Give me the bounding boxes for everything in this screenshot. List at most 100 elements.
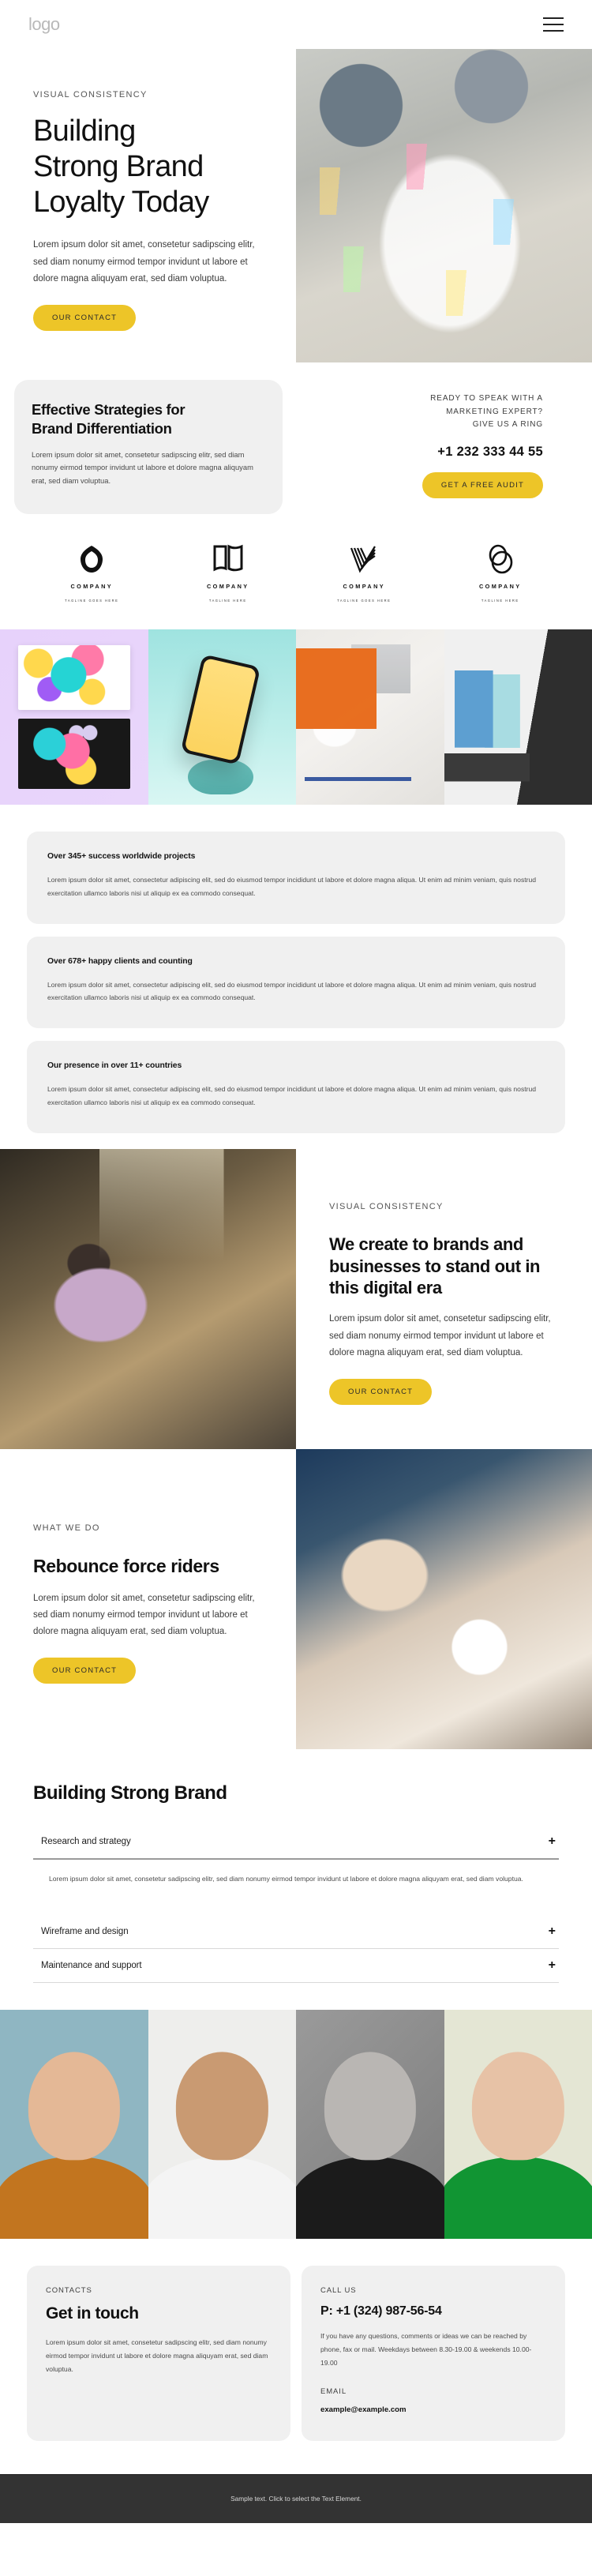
footer-sample-text[interactable]: Sample text. Click to select the Text El… xyxy=(230,2495,362,2503)
strategies-phone-number[interactable]: +1 232 333 44 55 xyxy=(306,445,543,460)
hero-title-line-3: Loyalty Today xyxy=(33,185,209,219)
client-logo-item: COMPANY TAGLINE GOES HERE xyxy=(32,543,151,603)
striped-v-logo-icon xyxy=(349,543,379,576)
hero-section: VISUAL CONSISTENCY Building Strong Brand… xyxy=(0,49,592,363)
portrait-bearded-man-bw[interactable] xyxy=(296,2010,444,2240)
site-logo[interactable]: logo xyxy=(28,14,60,35)
double-oval-logo-icon xyxy=(486,543,515,576)
infinity-loop-logo-icon xyxy=(78,543,105,576)
rebounce-section: WHAT WE DO Rebounce force riders Lorem i… xyxy=(0,1448,592,1749)
gallery-image-desk-stationery-flatlay[interactable] xyxy=(296,629,444,805)
portrait-man-orange-shirt[interactable] xyxy=(0,2010,148,2240)
work-gallery xyxy=(0,629,592,805)
rebounce-section-copy: WHAT WE DO Rebounce force riders Lorem i… xyxy=(0,1449,296,1749)
ready-line-2: MARKETING EXPERT? xyxy=(446,407,543,416)
free-audit-button[interactable]: GET A FREE AUDIT xyxy=(422,471,543,498)
strategies-card: Effective Strategies for Brand Different… xyxy=(14,380,283,515)
stat-card-title: Over 345+ success worldwide projects xyxy=(47,852,196,862)
rebounce-section-cta-button[interactable]: OUR CONTACT xyxy=(33,1658,137,1684)
gallery-image-brand-card-mockup[interactable] xyxy=(0,629,148,805)
contact-card-call-us: CALL US P: +1 (324) 987-56-54 If you hav… xyxy=(302,2266,565,2441)
page-root: logo VISUAL CONSISTENCY Building Strong … xyxy=(0,0,592,2523)
create-section-image xyxy=(0,1148,296,1449)
client-logo-item: COMPANY TAGLINE HERE xyxy=(169,543,287,603)
portrait-body xyxy=(148,2157,296,2240)
contacts-body: Lorem ipsum dolor sit amet, consetetur s… xyxy=(46,2338,268,2373)
plus-icon[interactable]: + xyxy=(549,1834,556,1848)
ready-line-1: READY TO SPEAK WITH A xyxy=(430,394,543,404)
accordion-label: Wireframe and design xyxy=(41,1927,129,1937)
portrait-body xyxy=(444,2157,592,2240)
portrait-blonde-woman-green[interactable] xyxy=(444,2010,592,2240)
stats-section: Over 345+ success worldwide projects Lor… xyxy=(0,805,592,1149)
contact-card-get-in-touch: CONTACTS Get in touch Lorem ipsum dolor … xyxy=(27,2266,290,2441)
hero-eyebrow: VISUAL CONSISTENCY xyxy=(33,90,148,100)
rebounce-section-image xyxy=(296,1448,592,1749)
client-logo-tagline: TAGLINE GOES HERE xyxy=(337,599,392,603)
client-logos-row: COMPANY TAGLINE GOES HERE COMPANY TAGLIN… xyxy=(0,520,592,629)
portrait-body xyxy=(296,2157,444,2240)
gallery-image-phone-mockup[interactable] xyxy=(148,629,296,805)
gallery-phone-podium xyxy=(188,759,253,794)
call-us-eyebrow: CALL US xyxy=(320,2286,357,2296)
strategies-title-line-1: Effective Strategies for xyxy=(32,401,185,419)
stat-card-body: Lorem ipsum dolor sit amet, consectetur … xyxy=(47,980,537,1002)
portrait-face xyxy=(472,2052,564,2161)
portrait-body xyxy=(0,2157,148,2240)
accordion-header[interactable]: Wireframe and design + xyxy=(33,1915,559,1948)
gallery-image-paper-stationery-mockup[interactable] xyxy=(444,629,592,805)
hero-cta-button[interactable]: OUR CONTACT xyxy=(33,305,137,332)
open-book-logo-icon xyxy=(212,543,244,576)
hamburger-menu-icon[interactable] xyxy=(543,17,564,32)
call-us-body: If you have any questions, comments or i… xyxy=(320,2332,532,2367)
strategies-ready-text: READY TO SPEAK WITH A MARKETING EXPERT? … xyxy=(306,392,543,432)
client-logo-tagline: TAGLINE HERE xyxy=(481,599,519,603)
rebounce-section-body: Lorem ipsum dolor sit amet, consetetur s… xyxy=(33,1593,255,1637)
client-logo-name: COMPANY xyxy=(343,583,386,591)
plus-icon[interactable]: + xyxy=(549,1925,556,1938)
ready-line-3: GIVE US A RING xyxy=(472,420,543,430)
stat-card: Over 345+ success worldwide projects Lor… xyxy=(27,832,565,924)
footer-bar: Sample text. Click to select the Text El… xyxy=(0,2473,592,2523)
create-section: VISUAL CONSISTENCY We create to brands a… xyxy=(0,1148,592,1449)
accordion-label: Maintenance and support xyxy=(41,1961,142,1971)
stat-card-title: Over 678+ happy clients and counting xyxy=(47,956,193,966)
email-address[interactable]: example@example.com xyxy=(320,2405,546,2414)
site-header: logo xyxy=(0,0,592,49)
accordion-item-maintenance-and-support[interactable]: Maintenance and support + xyxy=(33,1949,559,1984)
create-section-body: Lorem ipsum dolor sit amet, consetetur s… xyxy=(329,1314,551,1357)
contacts-heading: Get in touch xyxy=(46,2304,139,2323)
portrait-face xyxy=(28,2052,120,2161)
rebounce-section-heading: Rebounce force riders xyxy=(33,1556,219,1577)
client-logo-name: COMPANY xyxy=(206,583,249,591)
call-us-phone[interactable]: P: +1 (324) 987-56-54 xyxy=(320,2304,546,2319)
contact-section: CONTACTS Get in touch Lorem ipsum dolor … xyxy=(0,2239,592,2473)
stat-card-title: Our presence in over 11+ countries xyxy=(47,1061,182,1071)
gallery-card-front xyxy=(17,645,130,711)
plus-icon[interactable]: + xyxy=(549,1959,556,1972)
stat-card: Over 678+ happy clients and counting Lor… xyxy=(27,936,565,1029)
accordion-section: Building Strong Brand Research and strat… xyxy=(0,1749,592,2011)
hero-image-team-meeting xyxy=(296,49,592,363)
strategies-title-line-2: Brand Differentiation xyxy=(32,419,172,437)
call-us-spacer xyxy=(320,2370,546,2387)
create-section-heading: We create to brands and businesses to st… xyxy=(329,1234,541,1297)
portrait-face xyxy=(176,2052,268,2161)
strategies-section: Effective Strategies for Brand Different… xyxy=(0,362,592,520)
accordion-header[interactable]: Maintenance and support + xyxy=(33,1949,559,1982)
accordion-label: Research and strategy xyxy=(41,1836,131,1846)
accordion-header[interactable]: Research and strategy + xyxy=(33,1825,559,1858)
accordion-item-wireframe-and-design[interactable]: Wireframe and design + xyxy=(33,1915,559,1950)
client-logo-name: COMPANY xyxy=(70,583,114,591)
accordion-item-research-and-strategy[interactable]: Research and strategy + xyxy=(33,1825,559,1860)
rebounce-section-eyebrow: WHAT WE DO xyxy=(33,1523,100,1534)
client-logo-name: COMPANY xyxy=(478,583,522,591)
team-portraits-gallery xyxy=(0,2010,592,2240)
create-section-cta-button[interactable]: OUR CONTACT xyxy=(329,1379,433,1406)
gallery-card-back xyxy=(17,719,130,790)
hero-body: Lorem ipsum dolor sit amet, consetetur s… xyxy=(33,240,255,284)
hero-title-line-2: Strong Brand xyxy=(33,149,204,183)
gallery-phone-device xyxy=(180,654,261,765)
portrait-woman-glasses[interactable] xyxy=(148,2010,296,2240)
email-label: EMAIL xyxy=(320,2386,347,2396)
